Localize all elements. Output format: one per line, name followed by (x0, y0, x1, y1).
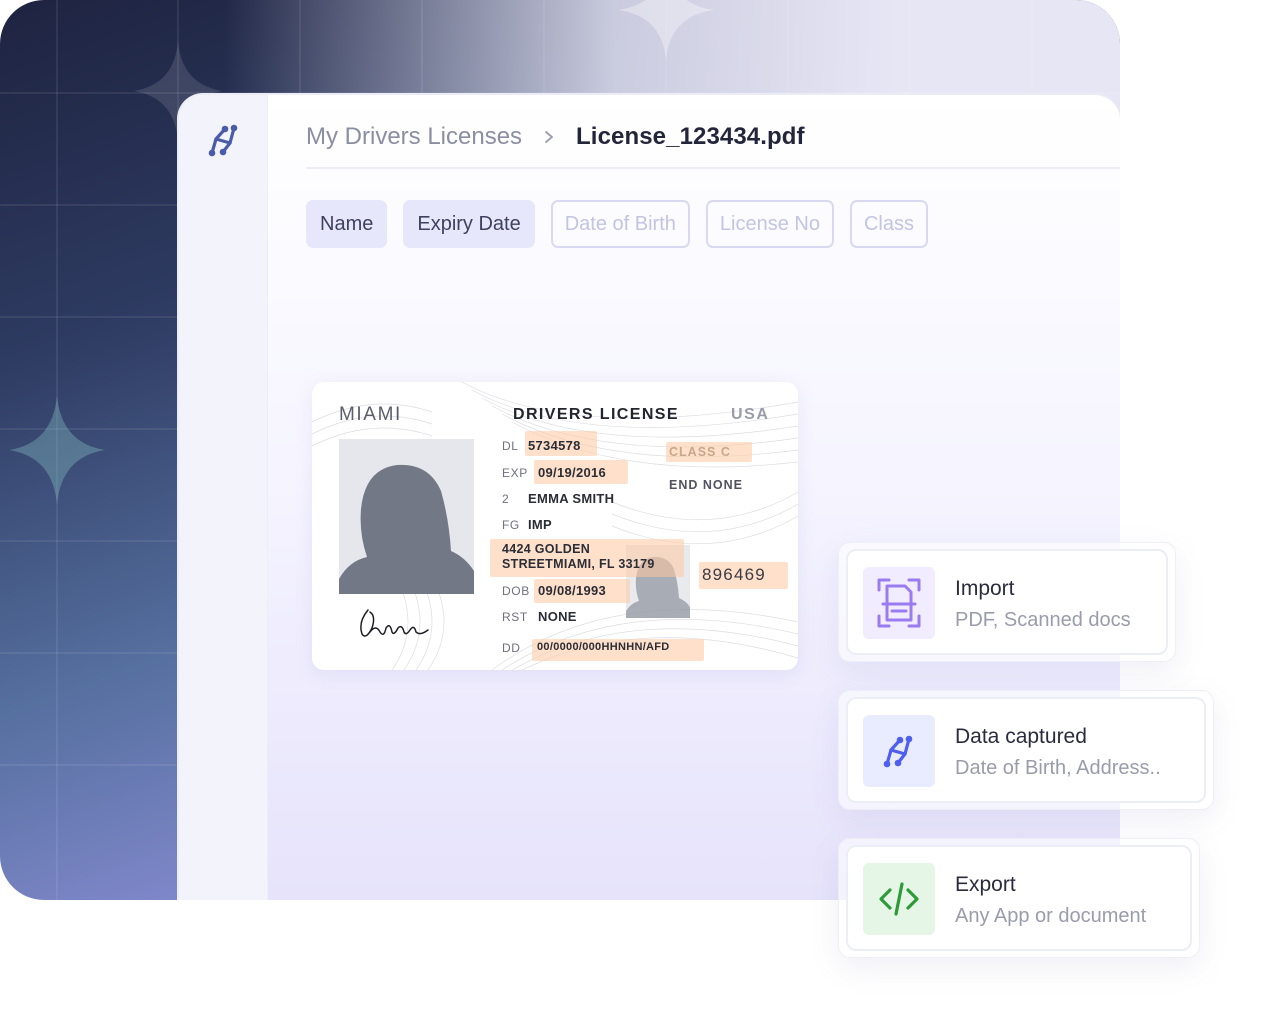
feature-card-data-captured-inner: Data captured Date of Birth, Address.. (846, 697, 1206, 803)
feature-subtitle: Date of Birth, Address.. (955, 757, 1161, 779)
license-dob-value: 09/08/1993 (538, 583, 607, 598)
license-document-preview: MIAMI DRIVERS LICENSE USA DL 5734578 EXP… (312, 382, 798, 670)
feature-card-export[interactable]: Export Any App or document (838, 838, 1200, 958)
sidebar (179, 95, 268, 900)
code-icon (879, 882, 919, 916)
field-chip-name[interactable]: Name (306, 200, 388, 248)
field-chip-license-no[interactable]: License No (705, 200, 834, 248)
license-address-line1: 4424 GOLDEN (502, 542, 591, 556)
feature-subtitle: Any App or document (955, 905, 1147, 927)
license-fg-label: FG (502, 518, 520, 532)
breadcrumb: My Drivers Licenses License_123434.pdf (306, 121, 805, 153)
license-address-line2: STREETMIAMI, FL 33179 (502, 557, 655, 571)
signature-image (360, 609, 429, 637)
license-title: DRIVERS LICENSE (513, 406, 679, 423)
field-chip-date-of-birth[interactable]: Date of Birth (550, 200, 690, 248)
license-rst-label: RST (502, 610, 528, 624)
license-dd-label: DD (502, 641, 521, 655)
nanonets-logo-icon[interactable] (205, 121, 243, 159)
license-dob-label: DOB (502, 584, 530, 598)
feature-subtitle: PDF, Scanned docs (955, 609, 1131, 631)
feature-title: Data captured (955, 725, 1087, 748)
nanonets-logo-icon (883, 735, 913, 768)
license-city: MIAMI (339, 404, 402, 425)
license-end-value: END NONE (669, 478, 743, 492)
feature-title: Import (955, 577, 1015, 600)
license-fg-value: IMP (528, 517, 553, 532)
person-silhouette-icon (339, 464, 474, 594)
field-chip-class[interactable]: Class (849, 200, 928, 248)
feature-icon-tile (863, 863, 935, 935)
license-name-label: 2 (502, 492, 510, 506)
license-rst-value: NONE (538, 609, 577, 624)
license-name-value: EMMA SMITH (528, 491, 615, 506)
license-class-value: CLASS C (669, 445, 731, 459)
chevron-right-icon (545, 131, 553, 143)
license-country: USA (731, 406, 770, 423)
feature-icon-tile (863, 715, 935, 787)
breadcrumb-current-file: License_123434.pdf (576, 123, 805, 150)
feature-icon-tile (863, 567, 935, 639)
field-chip-expiry-date[interactable]: Expiry Date (403, 200, 535, 248)
field-chips: Name Expiry Date Date of Birth License N… (306, 200, 944, 248)
license-number-value: 896469 (702, 565, 766, 584)
license-exp-label: EXP (502, 466, 528, 480)
feature-title: Export (955, 873, 1016, 896)
document-scan-icon (877, 578, 921, 628)
license-dd-value: 00/0000/000HHNHN/AFD (537, 641, 670, 653)
license-photo (339, 439, 474, 594)
feature-card-import-inner: Import PDF, Scanned docs (846, 549, 1168, 655)
license-dl-label: DL (502, 439, 519, 453)
license-exp-value: 09/19/2016 (538, 465, 607, 480)
feature-card-export-inner: Export Any App or document (846, 845, 1192, 951)
header-divider (306, 167, 1120, 169)
breadcrumb-parent-link[interactable]: My Drivers Licenses (306, 123, 522, 151)
license-dl-value: 5734578 (528, 438, 581, 453)
feature-card-import[interactable]: Import PDF, Scanned docs (838, 542, 1176, 662)
feature-card-data-captured[interactable]: Data captured Date of Birth, Address.. (838, 690, 1214, 810)
